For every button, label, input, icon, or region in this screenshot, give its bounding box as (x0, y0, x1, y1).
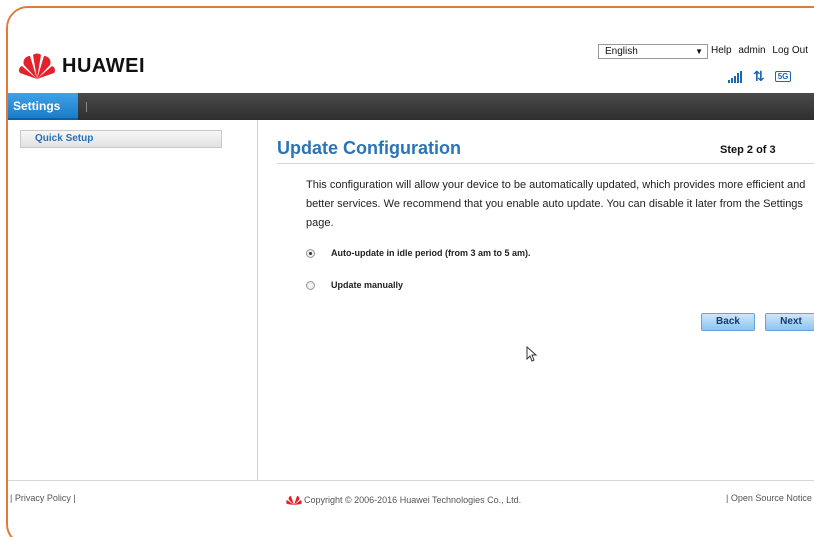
page-title: Update Configuration (277, 138, 461, 158)
update-manually-label: Update manually (331, 280, 404, 290)
app-frame: HUAWEI English ▼ Help admin Log Out ⇅ 5G… (6, 6, 814, 537)
option-auto-update[interactable]: Auto-update in idle period (from 3 am to… (306, 248, 531, 258)
title-divider (277, 163, 814, 164)
update-manually-radio[interactable] (306, 280, 315, 290)
brand-logo: HUAWEI (16, 52, 145, 80)
copyright: Copyright © 2006-2016 Huawei Technologie… (286, 495, 521, 505)
help-link[interactable]: Help (711, 45, 732, 56)
footer: | Privacy Policy | Copyright © 2006-2016… (8, 480, 814, 537)
top-links: Help admin Log Out (711, 45, 812, 56)
signal-strength-icon (728, 70, 743, 83)
network-type-badge: 5G (774, 71, 792, 82)
huawei-logo-icon (18, 53, 56, 79)
mouse-pointer-icon (526, 346, 538, 362)
huawei-mini-logo-icon (286, 496, 302, 505)
description-text: This configuration will allow your devic… (306, 179, 806, 229)
brand-name: HUAWEI (62, 54, 145, 77)
status-icons: ⇅ 5G (728, 68, 792, 85)
step-indicator: Step 2 of 3 (720, 144, 776, 156)
auto-update-radio[interactable] (306, 248, 315, 258)
header: HUAWEI English ▼ Help admin Log Out ⇅ 5G (8, 8, 814, 93)
language-value: English (605, 46, 638, 57)
main-content: Update Configuration Step 2 of 3 This co… (258, 120, 814, 480)
nav-divider (86, 102, 87, 112)
admin-link[interactable]: admin (738, 45, 765, 56)
open-source-link[interactable]: | Open Source Notice (726, 493, 812, 503)
data-transfer-icon: ⇅ (753, 68, 765, 84)
copyright-text: Copyright © 2006-2016 Huawei Technologie… (304, 495, 522, 505)
sidebar: Quick Setup (8, 120, 258, 480)
dropdown-arrow-icon: ▼ (695, 47, 703, 56)
option-update-manually[interactable]: Update manually (306, 280, 403, 290)
sidebar-item-quick-setup[interactable]: Quick Setup (20, 130, 222, 148)
open-source-label: Open Source Notice (730, 493, 812, 503)
logout-link[interactable]: Log Out (772, 45, 808, 56)
privacy-policy-link[interactable]: | Privacy Policy | (10, 493, 76, 503)
nav-bar: Settings (8, 93, 814, 120)
next-button[interactable]: Next (765, 313, 814, 331)
back-button[interactable]: Back (701, 313, 755, 331)
auto-update-label: Auto-update in idle period (from 3 am to… (331, 248, 531, 258)
language-select[interactable]: English ▼ (598, 44, 708, 59)
privacy-label: Privacy Policy (14, 493, 71, 503)
tab-settings[interactable]: Settings (8, 93, 78, 120)
